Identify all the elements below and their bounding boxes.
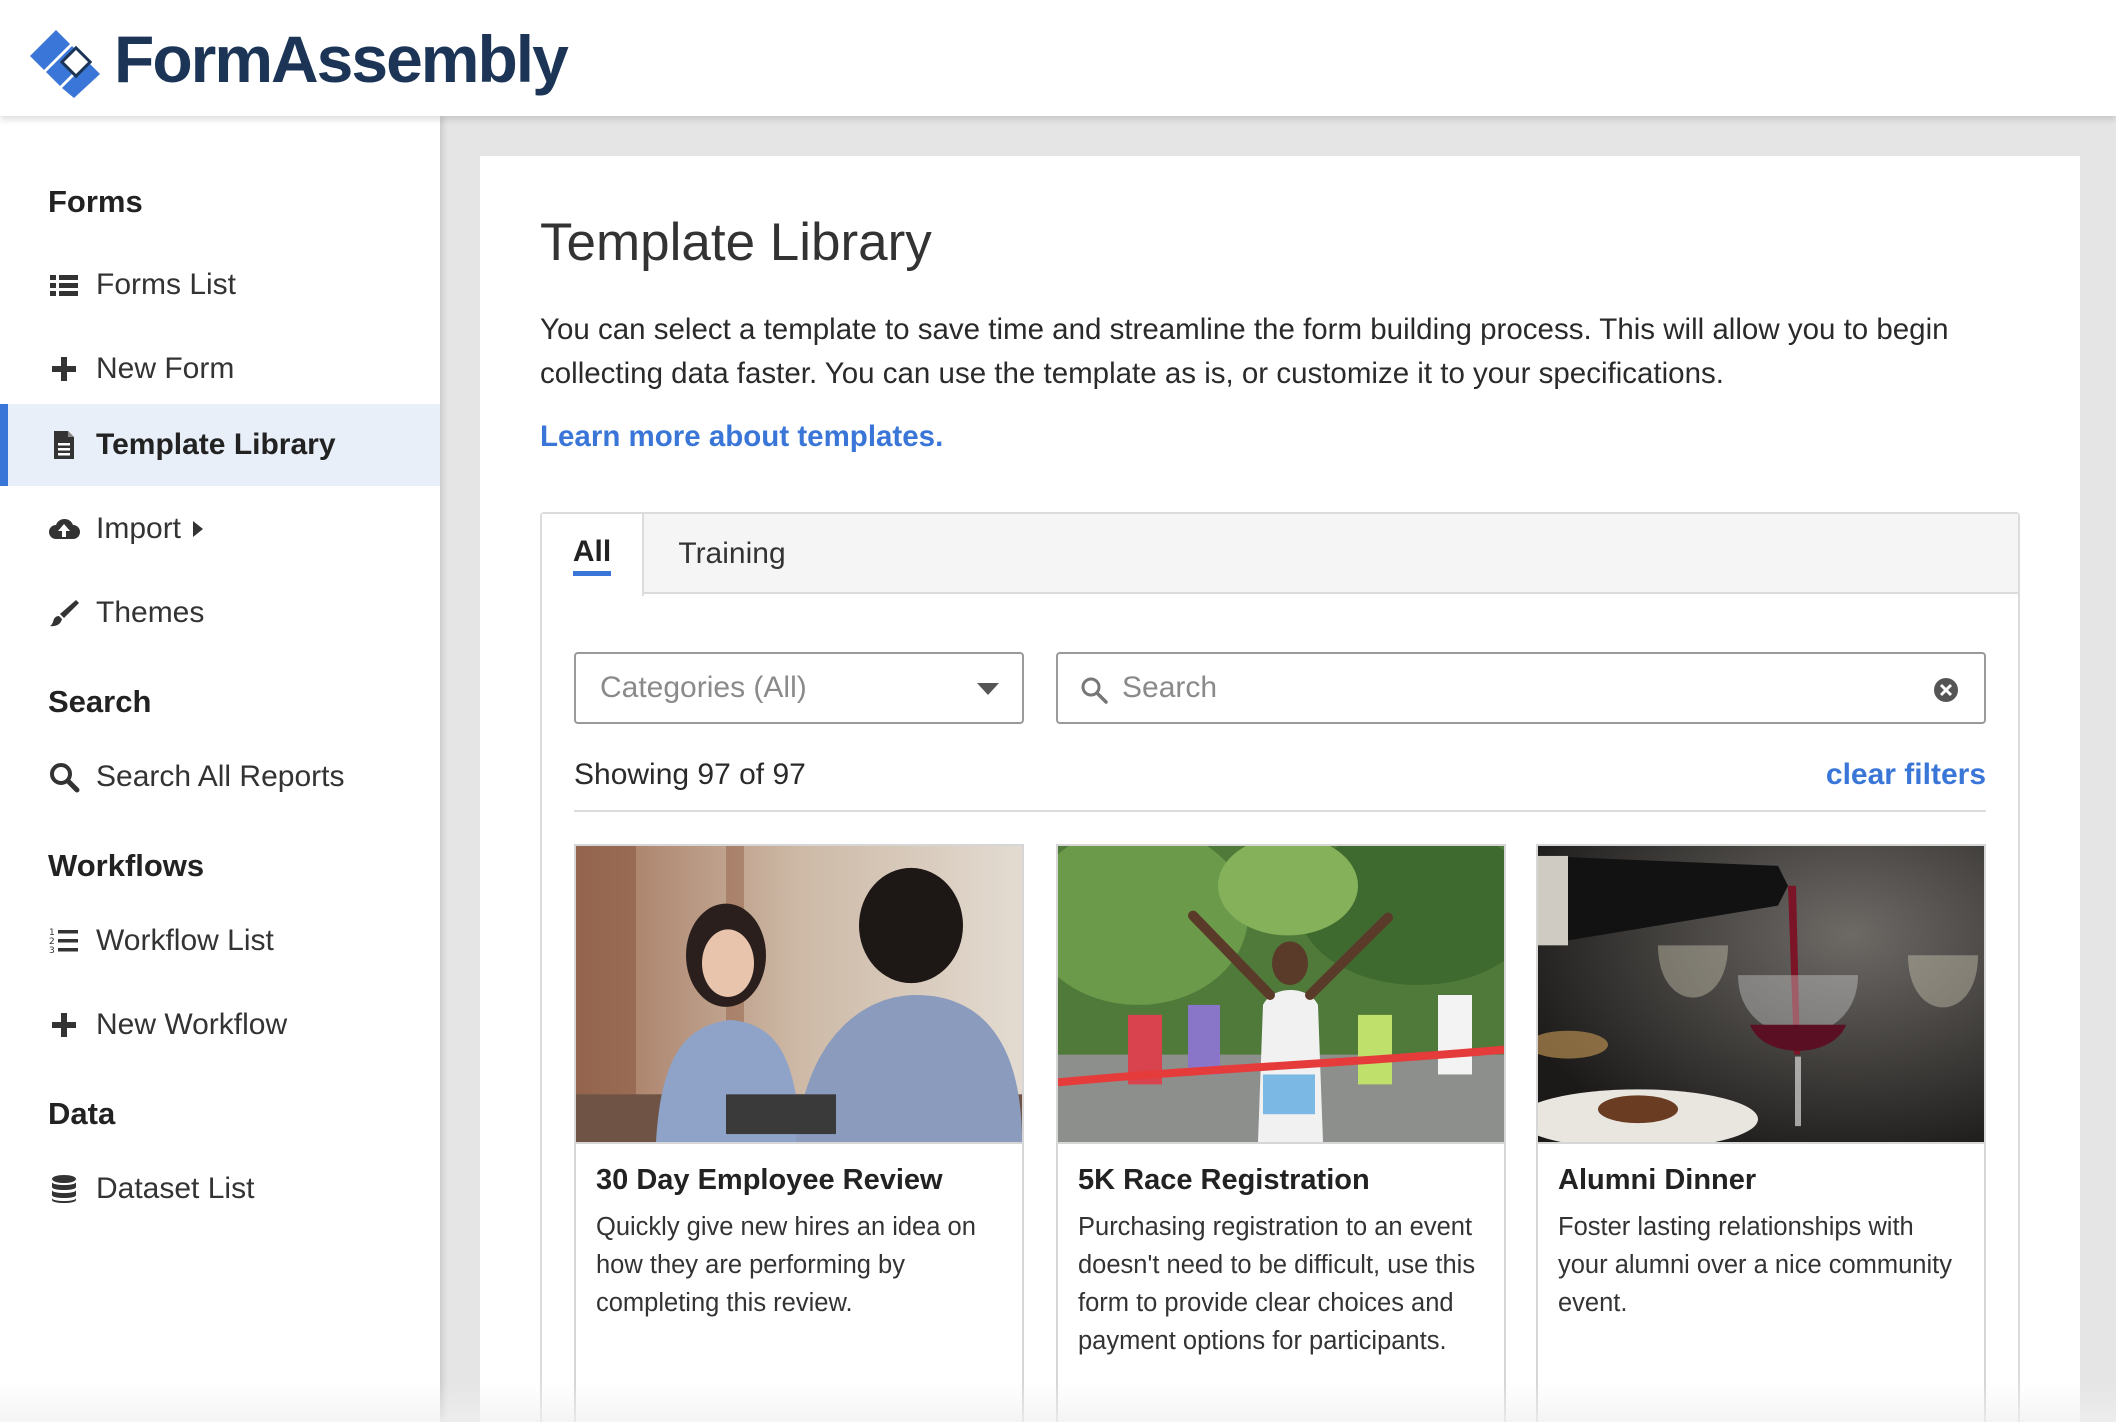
- tab-training-label: Training: [678, 537, 786, 570]
- sidebar-item-forms-list[interactable]: Forms List: [0, 244, 440, 326]
- plus-icon: [48, 1009, 80, 1041]
- svg-text:3: 3: [49, 946, 55, 956]
- file-icon: [48, 429, 80, 461]
- template-card-description: Quickly give new hires an idea on how th…: [596, 1213, 976, 1317]
- template-card-alumni-dinner[interactable]: Alumni Dinner Foster lasting relationshi…: [1536, 844, 1986, 1422]
- sidebar-section-workflows: Workflows: [48, 848, 205, 883]
- template-image-interview-photo: [576, 846, 1022, 1144]
- sidebar-item-new-form[interactable]: New Form: [0, 328, 440, 410]
- sidebar-item-label: Forms List: [96, 268, 237, 301]
- brand-logo[interactable]: FormAssembly: [26, 18, 569, 100]
- sidebar-section-forms: Forms: [48, 184, 143, 219]
- plus-icon: [48, 353, 80, 385]
- template-card-5k-race[interactable]: 5K Race Registration Purchasing registra…: [1056, 844, 1506, 1422]
- paintbrush-icon: [48, 597, 80, 629]
- sidebar-item-new-workflow[interactable]: New Workflow: [0, 984, 440, 1066]
- caret-right-icon: [193, 521, 204, 537]
- sidebar-item-template-library[interactable]: Template Library: [0, 404, 440, 486]
- list-icon: [48, 269, 80, 301]
- categories-select[interactable]: Categories (All): [574, 652, 1024, 724]
- page-title: Template Library: [540, 213, 932, 272]
- sidebar-item-label: Template Library: [96, 428, 336, 461]
- template-card-title: 5K Race Registration: [1078, 1164, 1370, 1196]
- database-icon: [48, 1173, 80, 1205]
- sidebar-item-import[interactable]: Import: [0, 488, 440, 570]
- clear-filters-link[interactable]: clear filters: [1826, 758, 1986, 792]
- sidebar-section-data: Data: [48, 1096, 116, 1131]
- sidebar: Forms Forms List New Form Template Libra…: [0, 116, 440, 1422]
- tab-all-label: All: [572, 535, 612, 576]
- categories-select-value: Categories (All): [600, 671, 807, 704]
- sidebar-item-label: New Form: [96, 352, 235, 385]
- sidebar-item-label: Search All Reports: [96, 760, 345, 793]
- sidebar-item-label: Dataset List: [96, 1172, 255, 1205]
- main-content: Template Library You can select a templa…: [480, 156, 2080, 1422]
- template-library-panel: All Training Categories (All) Showing 97…: [540, 512, 2020, 1422]
- sidebar-item-label: Import: [96, 512, 182, 545]
- top-bar: FormAssembly: [0, 0, 2116, 116]
- template-card-title: 30 Day Employee Review: [596, 1164, 943, 1196]
- sidebar-item-label: Workflow List: [96, 924, 274, 957]
- tab-strip: All Training: [542, 514, 2018, 596]
- numbered-list-icon: 123: [48, 925, 80, 957]
- sidebar-item-dataset-list[interactable]: Dataset List: [0, 1148, 440, 1230]
- search-input[interactable]: [1122, 664, 1922, 712]
- sidebar-item-workflow-list[interactable]: 123 Workflow List: [0, 900, 440, 982]
- template-card-description: Purchasing registration to an event does…: [1078, 1213, 1476, 1355]
- clear-search-icon[interactable]: [1932, 676, 1960, 704]
- divider: [574, 810, 1986, 812]
- tab-all[interactable]: All: [542, 514, 644, 596]
- search-icon: [1081, 677, 1108, 704]
- search-icon: [48, 761, 80, 793]
- chevron-down-icon: [977, 683, 999, 695]
- sidebar-item-label: Themes: [96, 596, 205, 629]
- template-card-description: Foster lasting relationships with your a…: [1558, 1213, 1952, 1317]
- sidebar-item-themes[interactable]: Themes: [0, 572, 440, 654]
- sidebar-item-search-all-reports[interactable]: Search All Reports: [0, 736, 440, 818]
- cloud-upload-icon: [48, 513, 80, 545]
- results-count: Showing 97 of 97: [574, 758, 806, 791]
- brand-name: FormAssembly: [114, 22, 569, 96]
- template-card-employee-review[interactable]: 30 Day Employee Review Quickly give new …: [574, 844, 1024, 1422]
- search-box: [1056, 652, 1986, 724]
- tab-training[interactable]: Training: [644, 514, 820, 594]
- formassembly-logo-icon: [30, 30, 100, 98]
- template-image-wine-photo: [1538, 846, 1984, 1144]
- sidebar-section-search: Search: [48, 684, 152, 719]
- template-card-title: Alumni Dinner: [1558, 1164, 1757, 1196]
- page-description: You can select a template to save time a…: [540, 313, 1949, 390]
- template-image-race-photo: [1058, 846, 1504, 1144]
- sidebar-item-label: New Workflow: [96, 1008, 288, 1041]
- learn-more-link[interactable]: Learn more about templates.: [540, 420, 943, 454]
